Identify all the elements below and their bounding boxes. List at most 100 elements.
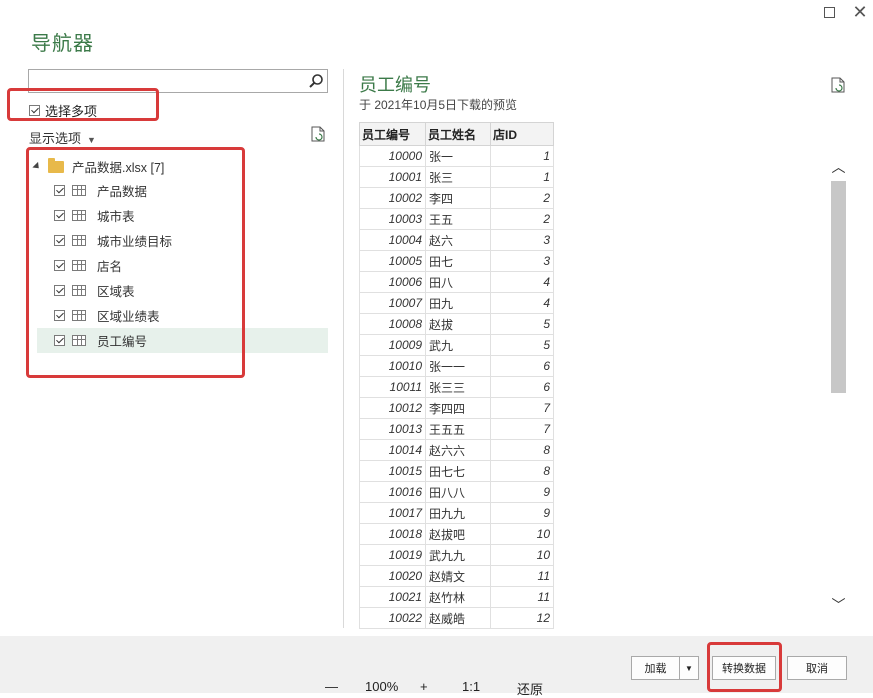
- table-cell: 2: [490, 208, 554, 230]
- column-header[interactable]: 店ID: [490, 122, 554, 146]
- table-cell: 王五五: [425, 418, 491, 440]
- search-icon[interactable]: [305, 70, 327, 92]
- scroll-up-icon[interactable]: ︿: [830, 157, 847, 177]
- zoom-out-button[interactable]: —: [325, 679, 338, 694]
- table-cell: 赵威皓: [425, 607, 491, 629]
- table-cell: 王五: [425, 208, 491, 230]
- table-row: 10018 赵拔吧 10: [359, 523, 554, 545]
- table-row: 10020 赵婧文 11: [359, 565, 554, 587]
- table-row: 10015 田七七 8: [359, 460, 554, 482]
- table-cell: 2: [490, 187, 554, 209]
- table-row: 10010 张一一 6: [359, 355, 554, 377]
- zoom-reset-button[interactable]: 还原: [517, 679, 543, 698]
- highlight-box-select-multiple: [7, 88, 159, 121]
- refresh-document-icon[interactable]: [311, 126, 325, 142]
- table-cell: 10007: [359, 292, 426, 314]
- table-cell: 赵拔吧: [425, 523, 491, 545]
- table-row: 10004 赵六 3: [359, 229, 554, 251]
- close-button[interactable]: ✕: [850, 2, 870, 22]
- table-cell: 张三: [425, 166, 491, 188]
- table-row: 10022 赵威皓 12: [359, 607, 554, 629]
- column-header[interactable]: 员工编号: [359, 122, 426, 146]
- table-header-row: 员工编号 员工姓名 店ID: [359, 122, 554, 146]
- table-cell: 7: [490, 418, 554, 440]
- zoom-ratio-button[interactable]: 1:1: [462, 679, 480, 694]
- table-cell: 武九: [425, 334, 491, 356]
- table-cell: 张一一: [425, 355, 491, 377]
- table-cell: 8: [490, 460, 554, 482]
- table-cell: 赵婧文: [425, 565, 491, 587]
- table-row: 10008 赵拔 5: [359, 313, 554, 335]
- table-row: 10013 王五五 7: [359, 418, 554, 440]
- table-cell: 赵竹林: [425, 586, 491, 608]
- table-cell: 赵六: [425, 229, 491, 251]
- load-dropdown-button[interactable]: ▼: [679, 656, 699, 680]
- table-cell: 7: [490, 397, 554, 419]
- table-cell: 12: [490, 607, 554, 629]
- table-cell: 1: [490, 145, 554, 167]
- table-cell: 10020: [359, 565, 426, 587]
- table-row: 10014 赵六六 8: [359, 439, 554, 461]
- table-cell: 李四: [425, 187, 491, 209]
- table-cell: 10015: [359, 460, 426, 482]
- table-row: 10012 李四四 7: [359, 397, 554, 419]
- table-cell: 10003: [359, 208, 426, 230]
- highlight-box-tree: [26, 147, 245, 378]
- table-cell: 9: [490, 502, 554, 524]
- table-cell: 10: [490, 544, 554, 566]
- table-row: 10019 武九九 10: [359, 544, 554, 566]
- display-options-dropdown[interactable]: 显示选项 ▼: [29, 128, 96, 147]
- table-cell: 8: [490, 439, 554, 461]
- table-cell: 田九: [425, 292, 491, 314]
- search-input[interactable]: [29, 70, 307, 90]
- table-cell: 10011: [359, 376, 426, 398]
- maximize-button[interactable]: [819, 2, 839, 22]
- highlight-box-transform: [707, 642, 782, 692]
- table-cell: 10018: [359, 523, 426, 545]
- table-cell: 田八: [425, 271, 491, 293]
- table-cell: 10016: [359, 481, 426, 503]
- table-cell: 张三三: [425, 376, 491, 398]
- table-cell: 10021: [359, 586, 426, 608]
- chevron-down-icon: ▼: [87, 135, 96, 145]
- table-cell: 6: [490, 376, 554, 398]
- table-cell: 李四四: [425, 397, 491, 419]
- scroll-down-icon[interactable]: ﹀: [830, 595, 847, 615]
- table-cell: 10017: [359, 502, 426, 524]
- table-row: 10005 田七 3: [359, 250, 554, 272]
- load-button[interactable]: 加载: [631, 656, 680, 680]
- pane-divider[interactable]: [343, 69, 344, 628]
- maximize-icon: [823, 7, 835, 18]
- scrollbar-thumb[interactable]: [831, 181, 846, 393]
- table-cell: 田八八: [425, 481, 491, 503]
- table-cell: 10005: [359, 250, 426, 272]
- column-header[interactable]: 员工姓名: [425, 122, 491, 146]
- table-cell: 10008: [359, 313, 426, 335]
- table-cell: 赵六六: [425, 439, 491, 461]
- table-cell: 武九九: [425, 544, 491, 566]
- table-cell: 6: [490, 355, 554, 377]
- zoom-in-button[interactable]: +: [420, 679, 428, 694]
- table-cell: 10009: [359, 334, 426, 356]
- dialog-title: 导航器: [31, 33, 94, 55]
- table-cell: 4: [490, 271, 554, 293]
- table-cell: 1: [490, 166, 554, 188]
- table-cell: 9: [490, 481, 554, 503]
- table-cell: 10001: [359, 166, 426, 188]
- table-cell: 10022: [359, 607, 426, 629]
- refresh-preview-icon[interactable]: [831, 77, 845, 93]
- table-cell: 田七七: [425, 460, 491, 482]
- preview-table: 员工编号 员工姓名 店ID 10000 张一 1 10001 张三 1 10002 李四 2 10…: [359, 122, 554, 629]
- table-cell: 3: [490, 229, 554, 251]
- zoom-level: 100%: [365, 679, 399, 694]
- table-cell: 10: [490, 523, 554, 545]
- table-cell: 5: [490, 334, 554, 356]
- table-cell: 10012: [359, 397, 426, 419]
- table-cell: 4: [490, 292, 554, 314]
- table-cell: 10006: [359, 271, 426, 293]
- cancel-button[interactable]: 取消: [787, 656, 847, 680]
- table-cell: 11: [490, 586, 554, 608]
- table-cell: 3: [490, 250, 554, 272]
- table-cell: 10010: [359, 355, 426, 377]
- table-cell: 10014: [359, 439, 426, 461]
